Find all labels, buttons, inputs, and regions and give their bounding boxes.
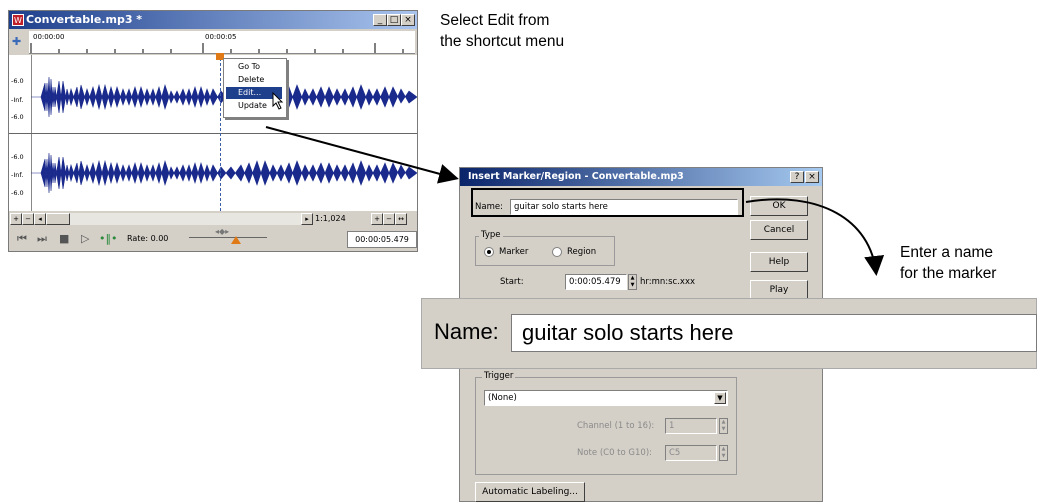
- editor-titlebar[interactable]: W Convertable.mp3 * _ □ ×: [9, 11, 417, 29]
- play-looped-icon[interactable]: •‖•: [99, 232, 117, 245]
- sound-editor-window: W Convertable.mp3 * _ □ × ✚ 00:00:00 00:…: [8, 10, 418, 252]
- rate-slider-track[interactable]: [189, 237, 267, 238]
- region-radio[interactable]: [552, 247, 562, 257]
- region-radio-label[interactable]: Region: [567, 247, 596, 257]
- mouse-pointer-icon: [272, 92, 284, 110]
- scroll-right-icon[interactable]: ▸: [301, 213, 313, 225]
- menu-item-delete[interactable]: Delete: [226, 74, 282, 86]
- note-spinner: ▲ ▼: [719, 445, 728, 461]
- automatic-labeling-button[interactable]: Automatic Labeling...: [475, 482, 585, 502]
- scale-label: -6.0: [11, 189, 24, 197]
- caption-enter-name: Enter a name for the marker: [900, 242, 1037, 284]
- channel-label: Channel (1 to 16):: [577, 421, 655, 431]
- go-to-start-icon[interactable]: ⏮: [17, 232, 27, 246]
- caption-select-edit: Select Edit from the shortcut menu: [440, 10, 660, 52]
- ruler-ticks: [30, 43, 404, 53]
- scale-label: -6.0: [11, 77, 24, 85]
- editor-title: Convertable.mp3 *: [26, 13, 143, 26]
- note-field: C5: [665, 445, 717, 461]
- scroll-thumb[interactable]: [46, 213, 70, 225]
- trigger-select[interactable]: (None) ▼: [484, 390, 728, 406]
- ruler-start: 00:00:00: [33, 33, 65, 41]
- maximize-button[interactable]: □: [387, 14, 401, 26]
- scale-label: -Inf.: [11, 171, 24, 179]
- stop-icon[interactable]: ■: [59, 232, 69, 245]
- time-display: 00:00:05.479: [347, 231, 417, 248]
- zoom-name-field: guitar solo starts here: [511, 314, 1037, 352]
- marker-radio-label[interactable]: Marker: [499, 247, 528, 257]
- trigger-select-value: (None): [488, 393, 517, 403]
- type-legend: Type: [479, 230, 503, 240]
- app-icon: W: [12, 14, 24, 26]
- scroll-left-icon[interactable]: ◂: [34, 213, 46, 225]
- zoom-out-icon[interactable]: −: [383, 213, 395, 225]
- rate-label: Rate: 0.00: [127, 234, 169, 243]
- scale-label: -Inf.: [11, 96, 24, 104]
- name-field-highlight: [471, 188, 744, 217]
- dialog-title: Insert Marker/Region - Convertable.mp3: [468, 171, 684, 182]
- zoom-in-icon[interactable]: +: [371, 213, 383, 225]
- rate-arrows-icon: ◂◆▸: [215, 227, 230, 236]
- channel-spinner: ▲ ▼: [719, 418, 728, 434]
- play-icon[interactable]: ▷: [81, 232, 89, 245]
- start-spinner[interactable]: ▲ ▼: [628, 274, 637, 290]
- close-button[interactable]: ×: [401, 14, 415, 26]
- horizontal-scrollbar[interactable]: [46, 213, 301, 225]
- playback-cursor: [220, 53, 221, 211]
- track-divider: [9, 133, 417, 134]
- waveform-area[interactable]: -6.0 -Inf. -6.0 -6.0 -Inf. -6.0: [9, 55, 417, 211]
- chevron-down-icon[interactable]: ▼: [714, 392, 726, 404]
- scale-label: -6.0: [11, 113, 24, 121]
- dialog-close-button[interactable]: ×: [805, 171, 819, 183]
- channel-field: 1: [665, 418, 717, 434]
- ok-button[interactable]: OK: [750, 196, 808, 216]
- rate-slider-thumb[interactable]: [231, 236, 241, 244]
- marker-radio[interactable]: [484, 247, 494, 257]
- zoom-name-label: Name:: [434, 319, 499, 344]
- go-to-end-icon[interactable]: ⏭: [37, 232, 47, 246]
- ruler-mid: 00:00:05: [205, 33, 237, 41]
- scale-label: -6.0: [11, 153, 24, 161]
- zoom-fit-icon[interactable]: ↔: [395, 213, 407, 225]
- note-label: Note (C0 to G10):: [577, 448, 653, 458]
- transport-bar: ⏮ ⏭ ■ ▷ •‖• Rate: 0.00 ◂◆▸ 00:00:05.479: [9, 226, 417, 251]
- start-field[interactable]: 0:00:05.479: [565, 274, 627, 290]
- caption-line: the shortcut menu: [440, 33, 565, 50]
- start-units: hr:mn:sc.xxx: [640, 277, 696, 287]
- dialog-titlebar[interactable]: Insert Marker/Region - Convertable.mp3 ?…: [460, 168, 822, 186]
- zoom-out-icon[interactable]: −: [22, 213, 34, 225]
- time-ruler[interactable]: 00:00:00 00:00:05: [29, 31, 415, 54]
- zoom-ratio: 1:1,024: [315, 214, 346, 223]
- minimize-button[interactable]: _: [373, 14, 387, 26]
- menu-item-go-to[interactable]: Go To: [226, 61, 282, 73]
- context-menu: Go To Delete Edit... Update: [223, 58, 287, 118]
- cancel-button[interactable]: Cancel: [750, 220, 808, 240]
- start-label: Start:: [500, 277, 524, 287]
- play-button[interactable]: Play: [750, 280, 808, 300]
- name-zoom-callout: Name: guitar solo starts here: [421, 298, 1037, 369]
- waveform-right-channel: [31, 152, 417, 194]
- caption-line: Select Edit from: [440, 12, 550, 29]
- help-question-button[interactable]: ?: [790, 171, 804, 183]
- snap-icon[interactable]: ✚: [12, 35, 26, 49]
- caption-line: Enter a name: [900, 244, 994, 261]
- scroll-bar-row: + − ◂ ▸ 1:1,024 + − ↔: [9, 212, 417, 226]
- trigger-legend: Trigger: [482, 371, 516, 381]
- zoom-in-icon[interactable]: +: [10, 213, 22, 225]
- caption-line: for the marker: [900, 265, 997, 282]
- help-button[interactable]: Help: [750, 252, 808, 272]
